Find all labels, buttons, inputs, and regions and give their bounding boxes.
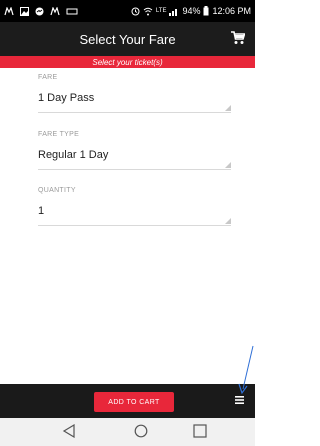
battery-percent: 94% — [182, 6, 201, 16]
fare-label: FARE — [38, 74, 58, 81]
menu-icon[interactable] — [235, 396, 244, 404]
fare-type-label: FARE TYPE — [38, 131, 80, 138]
app-notification-icon-2 — [50, 6, 60, 15]
quantity-input[interactable]: 1 — [38, 205, 231, 226]
system-status: LTE 94% 12:06 PM — [131, 6, 251, 16]
notification-icons — [4, 6, 78, 16]
network-type: LTE — [155, 8, 167, 14]
fare-type-field[interactable]: FARE TYPE Regular 1 Day — [38, 131, 231, 170]
system-navigation-bar — [0, 418, 255, 446]
home-icon[interactable] — [134, 424, 148, 438]
fare-field[interactable]: FARE 1 Day Pass — [38, 74, 231, 113]
app-notification-icon-3 — [66, 8, 78, 14]
dropdown-corner-icon — [225, 218, 231, 224]
gallery-icon — [20, 6, 29, 16]
back-icon[interactable] — [62, 424, 76, 438]
dropdown-corner-icon — [225, 162, 231, 168]
recents-icon[interactable] — [193, 424, 207, 438]
fare-value: 1 Day Pass — [38, 92, 95, 104]
wifi-icon — [143, 7, 153, 15]
banner-text: Select your ticket(s) — [92, 57, 163, 67]
quantity-label: QUANTITY — [38, 187, 76, 194]
fare-type-select[interactable]: Regular 1 Day — [38, 149, 231, 170]
alarm-icon — [131, 7, 140, 15]
page-title: Select Your Fare — [79, 31, 176, 47]
messenger-icon — [35, 7, 44, 15]
fare-type-value: Regular 1 Day — [38, 149, 109, 161]
app-notification-icon — [4, 6, 14, 15]
cart-icon[interactable] — [231, 31, 245, 45]
dropdown-corner-icon — [225, 105, 231, 111]
status-bar: LTE 94% 12:06 PM — [0, 0, 255, 22]
quantity-value: 1 — [38, 205, 45, 217]
instruction-banner: Select your ticket(s) — [0, 56, 255, 68]
quantity-field[interactable]: QUANTITY 1 — [38, 187, 231, 226]
signal-icon — [169, 8, 178, 16]
add-to-cart-button[interactable]: ADD TO CART — [94, 392, 174, 412]
battery-icon — [203, 6, 209, 16]
status-time: 12:06 PM — [212, 6, 251, 16]
app-bar: Select Your Fare — [0, 22, 255, 56]
bottom-action-bar: ADD TO CART — [0, 384, 255, 418]
fare-select[interactable]: 1 Day Pass — [38, 92, 231, 113]
